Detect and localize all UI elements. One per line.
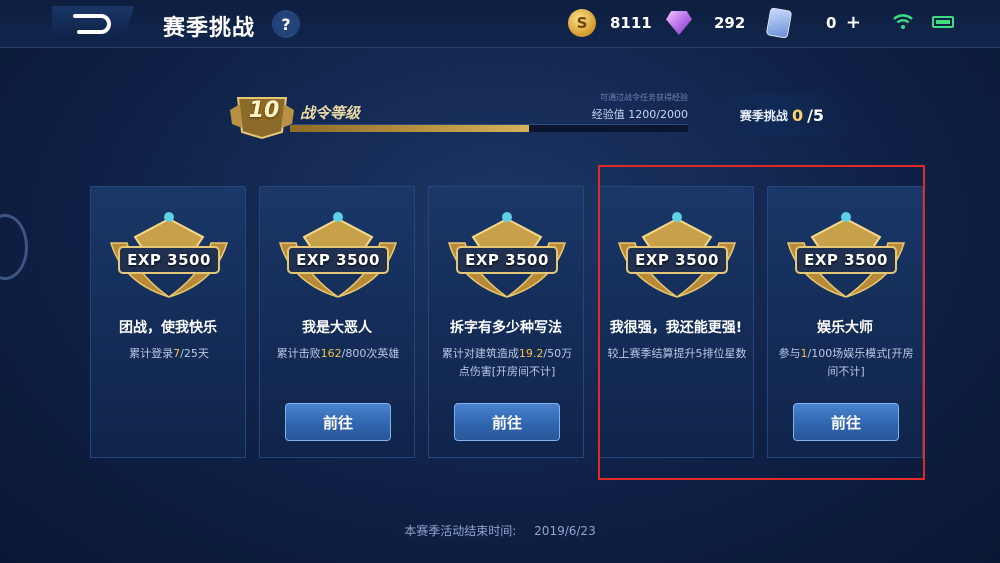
- gold-coin-icon: S: [568, 9, 596, 37]
- challenge-total: /5: [807, 105, 825, 125]
- card-voucher-icon: [765, 7, 793, 39]
- add-button[interactable]: +: [844, 14, 862, 32]
- gold-resource: S 8111: [568, 8, 652, 38]
- card-amount: 0: [826, 14, 837, 32]
- top-bar: 赛季挑战 ? S 8111 292 0 +: [0, 0, 1000, 48]
- exp-progress-bar: [290, 124, 688, 132]
- desc-suffix: /800次英雄: [341, 347, 400, 360]
- challenge-done: 0: [791, 105, 804, 125]
- exp-reward-badge-icon: EXP 3500: [274, 203, 402, 299]
- card-title: 我是大恶人: [302, 320, 372, 336]
- desc-highlight: 19.2: [518, 347, 544, 360]
- season-challenge-counter: 赛季挑战 0 /5: [712, 94, 852, 136]
- card-title: 拆字有多少种写法: [450, 320, 562, 336]
- exp-reward-text: EXP 3500: [296, 251, 380, 269]
- exp-hint: 可通过战令任务获得经验: [600, 93, 688, 102]
- challenge-card: EXP 3500 我是大恶人 累计击败162/800次英雄 前往: [259, 186, 415, 458]
- challenge-label: 赛季挑战: [739, 108, 788, 123]
- exp-value: 经验值 1200/2000: [591, 108, 688, 121]
- card-description: 累计对建筑造成19.2/50万点伤害[开房间不计]: [437, 345, 577, 381]
- season-end-label: 本赛季活动结束时间:: [404, 524, 517, 538]
- season-end-date: 2019/6/23: [534, 524, 596, 538]
- help-button[interactable]: ?: [272, 10, 300, 38]
- gem-amount: 292: [714, 14, 746, 32]
- page-title: 赛季挑战: [163, 16, 256, 41]
- challenge-card: EXP 3500 拆字有多少种写法 累计对建筑造成19.2/50万点伤害[开房间…: [428, 186, 584, 458]
- wifi-icon: [893, 14, 913, 29]
- exp-reward-badge-icon: EXP 3500: [443, 203, 571, 299]
- card-title: 团战，使我快乐: [119, 320, 217, 336]
- desc-prefix: 累计击败: [276, 347, 321, 360]
- level-number: 10: [248, 98, 280, 123]
- card-description: 累计登录7/25天: [99, 345, 239, 363]
- diamond-icon: [666, 11, 692, 35]
- level-label: 战令等级: [300, 104, 361, 122]
- desc-prefix: 累计对建筑造成: [441, 347, 519, 360]
- desc-highlight: 162: [320, 347, 342, 360]
- challenge-card: EXP 3500 团战，使我快乐 累计登录7/25天: [90, 186, 246, 458]
- season-end-notice: 本赛季活动结束时间: 2019/6/23: [0, 522, 1000, 539]
- exp-reward-badge-icon: EXP 3500: [105, 203, 233, 299]
- back-arrow-icon: [73, 14, 111, 34]
- exp-reward-text: EXP 3500: [127, 251, 211, 269]
- desc-suffix: /25天: [180, 347, 209, 360]
- side-emblem-icon: [0, 214, 28, 280]
- desc-prefix: 累计登录: [129, 347, 174, 360]
- battery-icon: [932, 16, 954, 28]
- exp-progress-fill: [290, 125, 529, 132]
- go-button[interactable]: 前往: [454, 403, 560, 441]
- exp-reward-text: EXP 3500: [465, 251, 549, 269]
- highlight-annotation-frame: [598, 165, 925, 480]
- gem-resource: 292: [666, 8, 745, 38]
- gold-amount: 8111: [610, 14, 652, 32]
- go-button[interactable]: 前往: [285, 403, 391, 441]
- card-description: 累计击败162/800次英雄: [268, 345, 408, 363]
- back-button[interactable]: [52, 6, 134, 40]
- card-resource: 0 +: [765, 7, 862, 39]
